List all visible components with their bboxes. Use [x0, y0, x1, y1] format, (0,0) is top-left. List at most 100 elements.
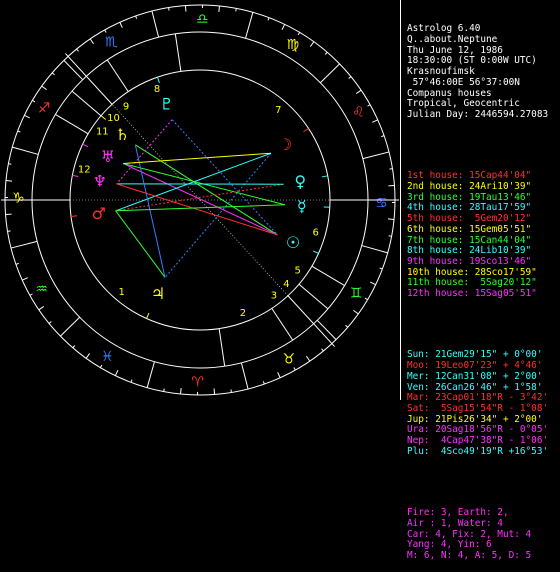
degree-tick — [372, 120, 377, 122]
house-number: 5 — [294, 266, 300, 277]
degree-tick — [306, 356, 309, 361]
planet-name: Sat: — [407, 403, 430, 414]
planet-name: Nep: — [407, 435, 430, 446]
summary-line: Yang: 4, Yin: 6 — [407, 540, 560, 551]
info-panel: Astrolog 6.40Q..about.NeptuneThu June 12… — [400, 0, 560, 400]
degree-tick — [381, 136, 384, 137]
house-cusp — [72, 91, 101, 116]
aspect-line — [116, 205, 285, 211]
summary-line: Air : 1, Water: 4 — [407, 519, 560, 530]
aspect-line — [117, 184, 278, 235]
sign-boundary — [317, 320, 336, 339]
planet-name: Sun: — [407, 349, 430, 360]
planet-speed: +16°53' — [503, 446, 548, 457]
planet-marker — [83, 144, 88, 147]
header-line: 57°46:00E 56°37:00N — [407, 78, 560, 89]
house-cusp-line: 12th house: 15Sag05'51" — [407, 289, 560, 300]
planet-speed: - 1°08' — [503, 403, 548, 414]
sign-boundary — [147, 362, 154, 388]
planet-marker — [304, 128, 309, 131]
house-number: 3 — [271, 291, 277, 302]
sign-boundary — [363, 152, 389, 159]
planet-speed: + 1°58' — [497, 382, 542, 393]
sign-boundary — [64, 60, 83, 79]
degree-tick — [367, 105, 370, 106]
planet-pos: 20Sag18'56"R — [430, 424, 503, 435]
planet-pos: 23Cap01'18"R — [430, 392, 503, 403]
header-block: Astrolog 6.40Q..about.NeptuneThu June 12… — [407, 24, 560, 120]
house-number: 1 — [118, 287, 124, 298]
degree-tick — [100, 365, 102, 368]
sign-boundary — [362, 246, 388, 253]
degree-tick — [263, 381, 264, 384]
degree-tick — [278, 372, 280, 377]
uranus-glyph: ♅ — [101, 147, 115, 166]
planet-speed: + 0°00' — [497, 349, 542, 360]
degree-tick — [236, 8, 237, 11]
sign-boundary — [241, 363, 248, 389]
planet-marker — [147, 313, 149, 318]
planet-marker — [157, 77, 159, 83]
house-number: 11 — [96, 126, 109, 137]
planet-pos: 21Gem29'15" — [430, 349, 498, 360]
zodiac-sign-glyph: ♑ — [12, 191, 25, 207]
neptune-glyph: ♆ — [93, 172, 107, 191]
degree-tick — [77, 49, 79, 51]
degree-tick — [8, 164, 11, 165]
planet-pos: 26Can26'46" — [430, 382, 498, 393]
house-number: 9 — [123, 101, 129, 112]
jupiter-glyph: ♃ — [151, 284, 165, 303]
zodiac-sign-glyph: ♓ — [101, 349, 114, 365]
house-cusp-list: 1st house: 15Cap44'04"2nd house: 24Ari10… — [407, 171, 560, 299]
degree-tick — [131, 380, 132, 383]
degree-tick — [164, 389, 165, 392]
house-number: 4 — [283, 279, 289, 290]
sign-boundary — [246, 12, 253, 38]
degree-tick — [365, 298, 368, 300]
planet-marker — [313, 251, 318, 253]
summary-line: Car: 4, Fix: 2, Mut: 4 — [407, 530, 560, 541]
degree-tick — [42, 86, 47, 90]
planet-pos: 4Cap47'38"R — [430, 435, 503, 446]
planet-name: Mer: — [407, 371, 430, 382]
planet-name: Plu: — [407, 446, 430, 457]
house-number: 10 — [107, 113, 120, 124]
mercury-glyph: ☿ — [297, 197, 307, 216]
sign-boundary — [60, 317, 79, 336]
aspect-line — [172, 120, 277, 235]
saturn-glyph: ♄ — [115, 125, 129, 144]
planet-speed: + 4°46' — [497, 360, 542, 371]
sign-boundary — [152, 11, 159, 37]
planet-speed: + 2°00' — [497, 414, 542, 425]
house-number: 2 — [240, 308, 246, 319]
house-cusp-line: 6th house: 15Gem05'51" — [407, 225, 560, 236]
summary-line: Fire: 3, Earth: 2, — [407, 508, 560, 519]
zodiac-sign-glyph: ♊ — [350, 286, 363, 302]
planet-marker — [101, 116, 106, 120]
degree-tick — [294, 367, 295, 370]
venus-glyph: ♀ — [294, 172, 306, 191]
zodiac-sign-glyph: ♒ — [35, 282, 48, 298]
planet-pos: 12Can31'08" — [430, 371, 498, 382]
zodiac-sign-glyph: ♐ — [38, 100, 51, 116]
zodiac-sign-glyph: ♋ — [375, 195, 388, 211]
house-cusp — [107, 60, 128, 92]
degree-tick — [115, 370, 118, 375]
element-summary: Fire: 3, Earth: 2,Air : 1, Water: 4Car: … — [407, 508, 560, 561]
house-number: 6 — [313, 228, 319, 239]
house-number: 8 — [154, 84, 160, 95]
sign-boundary — [11, 241, 37, 248]
planet-name: Mar: — [407, 392, 430, 403]
degree-tick — [282, 24, 285, 29]
degree-tick — [370, 282, 375, 285]
pluto-glyph: ♇ — [159, 95, 173, 114]
sun-glyph: ☉ — [286, 233, 300, 252]
zodiac-sign-glyph: ♎ — [196, 12, 209, 28]
chart-wheel: ♈♉♊♋♌♍♎♏♐♑♒♓123456789101112☉☽☿♀♂♄♃♅♆♇ — [0, 0, 400, 400]
summary-line: M: 6, N: 4, A: 5, D: 5 — [407, 551, 560, 562]
degree-tick — [219, 6, 220, 12]
mars-glyph: ♂ — [92, 204, 106, 223]
zodiac-sign-glyph: ♍ — [286, 37, 299, 53]
planet-name: Ura: — [407, 424, 430, 435]
planet-speed: + 2°00' — [497, 371, 542, 382]
